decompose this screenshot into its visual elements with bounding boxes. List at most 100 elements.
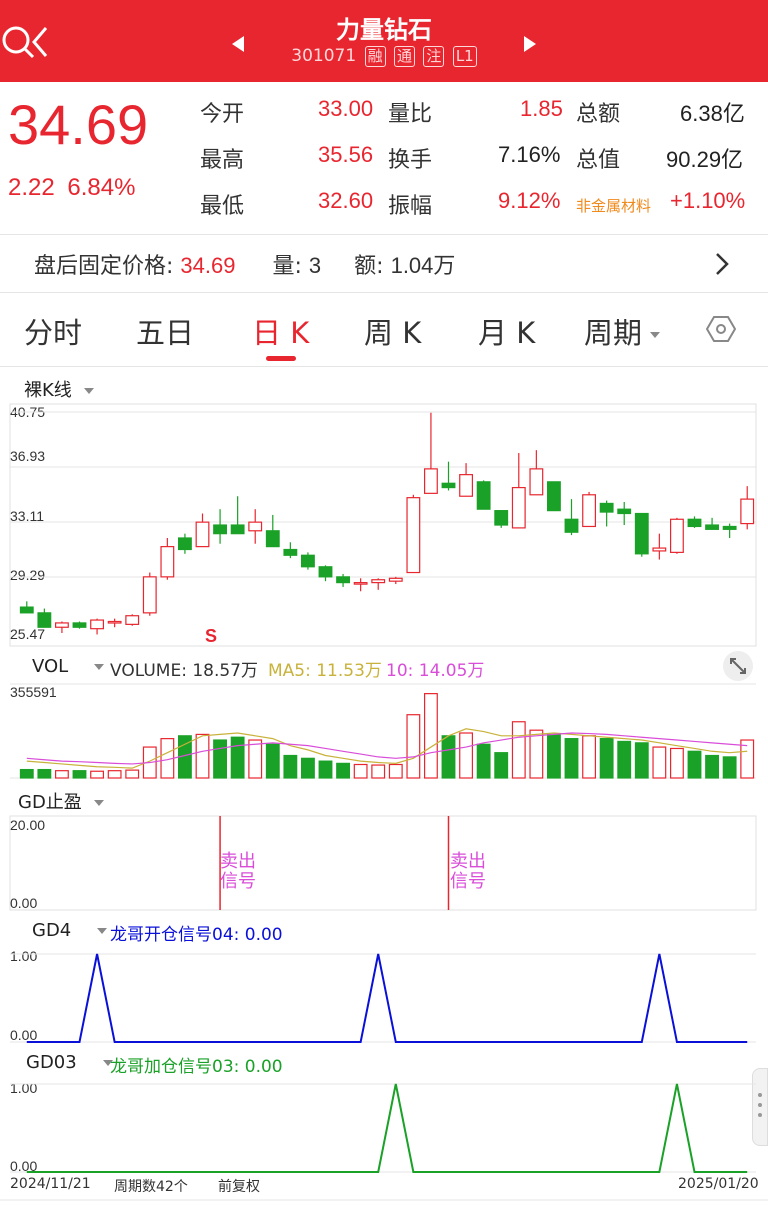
candle-body [740,498,755,525]
volume-bar [353,763,368,779]
volume-bar [318,760,333,779]
volume-ratio-value: 1.85 [520,96,563,121]
candle-body [336,576,350,584]
tab-minute[interactable]: 分时 [24,310,82,352]
amplitude-value: 9.12% [498,188,561,213]
settings-hexagon-icon[interactable] [706,314,736,344]
candle-body [107,620,122,624]
candle-body [19,606,34,614]
expand-icon[interactable] [722,650,754,682]
candle-body [388,577,403,582]
volume-bar [195,733,210,779]
gd-stop-y-top: 20.00 [10,817,46,833]
candle-body [353,582,368,585]
kline-indicator-select[interactable]: 裸K线 [24,376,94,402]
tag-tong: 通 [393,46,415,67]
volume-bar [740,739,755,779]
tab-monthly-k[interactable]: 月 K [478,310,535,352]
volume-legend: VOLUME: 18.57万 [110,661,258,681]
volume-bar [213,739,227,779]
volume-bar [494,752,509,779]
after-hours-price: 34.69 [180,253,236,278]
chevron-right-icon[interactable] [714,252,730,276]
gd03-y-top: 1.00 [10,1080,38,1096]
candle-body [494,510,509,526]
period-tabs: 分时 五日 日 K 周 K 月 K 周期 [0,296,768,366]
open-value: 33.00 [318,96,374,121]
volume-bar [652,746,667,779]
market-cap-label: 总值 [576,148,621,173]
gd03-y-bottom: 0.00 [10,1158,38,1174]
volume-label: VOL [32,656,69,677]
sell-signal-label: 卖出 信号 [220,851,256,892]
volume-bar [564,738,579,779]
open-label: 今开 [200,102,245,127]
divider [0,234,768,235]
adjust-mode[interactable]: 前复权 [218,1176,260,1196]
candle-body [265,530,280,548]
high-value: 35.56 [318,142,374,167]
candle-body [371,579,386,584]
tab-five-day[interactable]: 五日 [136,310,194,352]
side-drawer-handle[interactable] [752,1068,768,1146]
low-value: 32.60 [318,188,374,213]
volume-bar [634,742,649,779]
candle-body [213,524,227,535]
tab-weekly-k[interactable]: 周 K [364,310,421,352]
volume-indicator-select[interactable]: VOL [32,656,105,677]
volume-bar [582,735,596,779]
volume-bar [687,750,702,779]
tag-l1: L1 [452,46,477,67]
candle-body [617,508,632,515]
ma5-line [26,728,748,769]
volume-bar [511,721,526,779]
period-count: 周期数42个 [114,1179,188,1195]
gd4-select[interactable]: GD4 [32,920,108,941]
stock-code-row: 301071 融 通 注 L1 [0,46,768,67]
gd03-select[interactable]: GD03 [26,1052,113,1073]
price-change: 2.22 6.84% [8,174,135,202]
chevron-down-icon [93,800,104,806]
gd4-line [26,953,748,1043]
search-icon[interactable] [0,24,36,60]
gd4-legend: 龙哥开仓信号04: 0.00 [110,925,283,945]
amplitude-label: 振幅 [388,194,433,219]
after-hours-amt: 1.04万 [390,253,456,278]
volume-bar [476,743,491,779]
kline-frame [9,403,757,647]
volume-bar [441,735,456,779]
tab-daily-k[interactable]: 日 K [252,310,309,352]
after-hours-row[interactable]: 盘后固定价格: 34.69 量: 3 额: 1.04万 [34,248,455,280]
candle-body [634,512,649,555]
candle-body [599,502,614,513]
candle-body [476,481,491,510]
volume-bar [722,756,737,779]
volume-bar [142,746,157,779]
candle-body [722,525,737,530]
kline-y-tick: 40.75 [10,404,46,420]
ma10-line [26,732,748,765]
change-value: 2.22 [8,174,55,201]
tab-period[interactable]: 周期 [584,310,661,352]
kline-y-tick: 29.29 [10,567,46,583]
candle-body [301,554,315,568]
after-hours-label: 盘后固定价格: [34,254,174,279]
candle-body [652,547,667,552]
amount-label: 总额 [576,102,621,127]
volume-bar [55,770,69,779]
after-hours-amt-label: 额: [354,254,384,279]
sell-signal-label: 卖出 信号 [450,851,486,892]
last-price: 34.69 [8,93,149,156]
gd-stop-select[interactable]: GD止盈 [18,788,104,814]
sector-link[interactable]: 非金属材料 [576,195,651,216]
candle-body [670,518,684,553]
candle-body [178,537,192,551]
next-stock-icon[interactable] [524,36,536,52]
market-cap-value: 90.29亿 [666,147,744,172]
gd4-y-top: 1.00 [10,948,38,964]
candle-body [424,468,438,494]
tag-zhu: 注 [423,46,445,67]
volume-bar [599,738,614,779]
volume-bar [248,739,263,779]
gd03-legend: 龙哥加仓信号03: 0.00 [110,1057,283,1077]
